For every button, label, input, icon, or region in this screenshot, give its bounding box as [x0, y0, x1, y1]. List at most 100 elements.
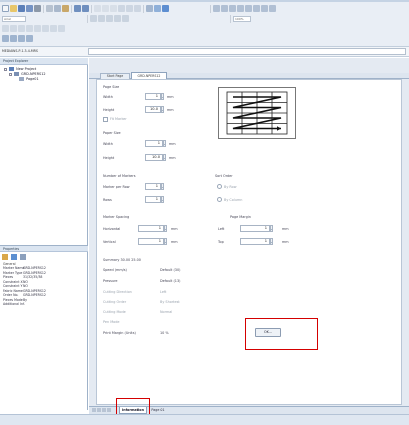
vertical-spacing-label: Vertical — [103, 240, 116, 244]
address-bar[interactable]: MEDIAWS-P-1.3-4-MRS — [0, 47, 409, 57]
first-tab-icon[interactable] — [92, 408, 96, 412]
rows-stepper[interactable] — [161, 196, 164, 203]
tab-marker[interactable]: GRD-NPERS12 — [131, 72, 167, 79]
tab-nav-arrows[interactable] — [92, 408, 112, 413]
project-explorer-title: Project Explorer — [0, 58, 88, 65]
markers-per-row-stepper[interactable] — [161, 183, 164, 190]
rows-label: Rows — [103, 198, 112, 202]
redo-icon[interactable] — [82, 5, 89, 12]
summary-grey-label: Cutting Direction — [103, 290, 132, 294]
line-icon[interactable] — [90, 15, 97, 22]
categorized-icon[interactable] — [2, 254, 8, 260]
zoom-combo[interactable]: 100% — [233, 15, 251, 22]
align-center-icon[interactable] — [126, 5, 133, 12]
layout-icon[interactable] — [213, 5, 220, 12]
measure-icon[interactable] — [26, 25, 33, 32]
point-icon[interactable] — [34, 25, 41, 32]
prev-tab-icon[interactable] — [97, 408, 101, 412]
curve-icon[interactable] — [98, 15, 105, 22]
flip-icon[interactable] — [245, 5, 252, 12]
text-icon[interactable] — [122, 15, 129, 22]
property-pages-icon[interactable] — [20, 254, 26, 260]
mirror-icon[interactable] — [253, 5, 260, 12]
save-icon[interactable] — [18, 5, 25, 12]
window-icon[interactable] — [269, 5, 276, 12]
horizontal-spacing-stepper[interactable] — [164, 225, 167, 232]
expand-icon[interactable] — [4, 67, 7, 71]
notch-icon[interactable] — [42, 25, 49, 32]
alphabetical-icon[interactable] — [11, 254, 17, 260]
rotate-icon[interactable] — [237, 5, 244, 12]
fit-marker-checkbox[interactable] — [103, 117, 108, 122]
zoom-icon[interactable] — [154, 5, 161, 12]
paper-width-stepper[interactable] — [163, 140, 166, 147]
property-value: GRD-NPERS12 — [23, 266, 46, 270]
marker-icon[interactable] — [221, 5, 228, 12]
tab-page01[interactable]: Page 01 — [148, 407, 168, 414]
settings-icon[interactable] — [261, 5, 268, 12]
circle-icon[interactable] — [106, 15, 113, 22]
bold-icon[interactable] — [94, 5, 101, 12]
tree-item-page[interactable]: Page01 — [18, 77, 39, 82]
page-width-input[interactable]: 1 — [145, 93, 161, 100]
page-height-stepper[interactable] — [161, 106, 164, 113]
summary-grey-value: Left — [160, 290, 167, 294]
paper-height-stepper[interactable] — [163, 154, 166, 161]
paper-height-input[interactable]: 10.0 — [145, 154, 163, 161]
address-bar-field[interactable] — [88, 48, 406, 55]
zoom-in-icon[interactable] — [2, 35, 9, 42]
fit-marker-label: Fit Marker — [110, 117, 127, 121]
paper-width-input[interactable]: 1 — [145, 140, 163, 147]
select-icon[interactable] — [2, 25, 9, 32]
move-icon[interactable] — [10, 25, 17, 32]
grid-icon[interactable] — [146, 5, 153, 12]
horizontal-spacing-label: Horizontal — [103, 227, 121, 231]
top-margin-input[interactable]: 1 — [240, 238, 270, 245]
align-right-icon[interactable] — [134, 5, 141, 12]
fit-icon[interactable] — [18, 35, 25, 42]
rectangle-icon[interactable] — [114, 15, 121, 22]
summary-header: Summary 30.00 25.00 — [103, 258, 141, 262]
underline-icon[interactable] — [110, 5, 117, 12]
save-all-icon[interactable] — [26, 5, 33, 12]
copy-icon[interactable] — [54, 5, 61, 12]
rows-input[interactable]: 1 — [145, 196, 161, 203]
print-icon[interactable] — [34, 5, 41, 12]
align-left-icon[interactable] — [118, 5, 125, 12]
grain-icon[interactable] — [50, 25, 57, 32]
vertical-spacing-input[interactable]: 1 — [138, 238, 164, 245]
seam-icon[interactable] — [58, 25, 65, 32]
markers-per-row-input[interactable]: 1 — [145, 183, 161, 190]
last-tab-icon[interactable] — [107, 408, 111, 412]
open-icon[interactable] — [10, 5, 17, 12]
property-row[interactable]: Additional Inf. — [3, 302, 25, 306]
paste-icon[interactable] — [62, 5, 69, 12]
expand-icon[interactable] — [9, 72, 12, 76]
tab-label: Start Page — [106, 74, 124, 78]
property-value: By — [23, 297, 28, 302]
zoom-out-icon[interactable] — [10, 35, 17, 42]
page-margin-title: Page Margin — [230, 215, 251, 219]
top-margin-stepper[interactable] — [270, 238, 273, 245]
left-margin-input[interactable]: 1 — [240, 225, 270, 232]
sort-by-row-radio[interactable] — [217, 184, 222, 189]
sort-by-column-radio[interactable] — [217, 197, 222, 202]
left-margin-stepper[interactable] — [270, 225, 273, 232]
layout-preview — [218, 87, 296, 139]
new-icon[interactable] — [2, 5, 9, 12]
help-icon[interactable] — [162, 5, 169, 12]
next-tab-icon[interactable] — [102, 408, 106, 412]
page-height-input[interactable]: 10.0 — [145, 106, 161, 113]
horizontal-spacing-input[interactable]: 1 — [138, 225, 164, 232]
italic-icon[interactable] — [102, 5, 109, 12]
toolbar-separator — [143, 4, 144, 13]
pan-icon[interactable] — [26, 35, 33, 42]
font-combo[interactable]: Arial — [2, 15, 26, 22]
vertical-spacing-stepper[interactable] — [164, 238, 167, 245]
page-width-stepper[interactable] — [161, 93, 164, 100]
toolbar-separator — [230, 14, 231, 23]
cut-icon[interactable] — [46, 5, 53, 12]
undo-icon[interactable] — [74, 5, 81, 12]
scale-icon[interactable] — [18, 25, 25, 32]
nest-icon[interactable] — [229, 5, 236, 12]
